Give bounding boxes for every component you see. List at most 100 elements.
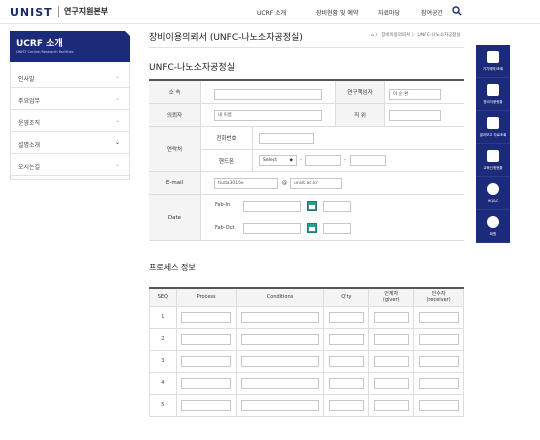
chevron-down-icon: ⌄ — [114, 139, 120, 146]
email-id-input[interactable]: tiuda3015e — [214, 178, 278, 189]
input-cell — [413, 349, 464, 373]
row-input[interactable] — [181, 311, 232, 323]
top-bar: UNIST 연구지원본부 UCRF 소개 장비현황 및 예약 자료마당 참여공간 — [0, 0, 540, 24]
seq-cell: 5 — [149, 393, 177, 417]
affiliation-input[interactable] — [214, 89, 322, 100]
chat-icon — [487, 183, 499, 195]
quick-reservation[interactable]: 기기예약/조회 — [476, 45, 510, 78]
quick-usage-status[interactable]: 장비이용현황 — [476, 78, 510, 111]
input-cell — [368, 349, 415, 373]
requester-input[interactable]: 내 이름 — [214, 110, 322, 121]
lnb-subtitle: UNIST Central Research Facilities — [16, 50, 74, 54]
seq-cell: 4 — [149, 371, 177, 395]
input-cell — [413, 393, 464, 417]
table-row: 4 — [149, 371, 464, 395]
table-row: 5 — [149, 393, 464, 417]
row-divider — [149, 240, 464, 241]
row-input[interactable] — [418, 377, 459, 389]
nav-item-resources[interactable]: 자료마당 — [378, 8, 400, 17]
input-cell — [235, 393, 325, 417]
org-name[interactable]: 연구지원본부 — [64, 6, 108, 17]
position-input[interactable] — [389, 110, 441, 121]
row-input[interactable] — [241, 355, 319, 367]
lnb-item-organization[interactable]: 운영조직 ⌄ — [10, 110, 130, 132]
input-cell — [368, 305, 415, 329]
input-cell — [235, 327, 325, 351]
row-input[interactable] — [181, 399, 232, 411]
row-input[interactable] — [418, 311, 459, 323]
row-input[interactable] — [373, 311, 409, 323]
calendar-icon[interactable] — [307, 201, 317, 211]
fab-out-time-input[interactable] — [323, 223, 351, 234]
input-cell — [413, 327, 464, 351]
dash-separator: - — [300, 157, 302, 163]
row-input[interactable] — [328, 311, 364, 323]
nav-item-ucrf[interactable]: UCRF 소개 — [257, 8, 286, 17]
lnb-item-duties[interactable]: 주요업무 ⌄ — [10, 88, 130, 110]
input-cell — [175, 393, 237, 417]
row-input[interactable] — [181, 355, 232, 367]
row-input[interactable] — [373, 399, 409, 411]
process-table: SEQ Process Conditions Q'ty 인계자 (giver) … — [149, 287, 464, 417]
row-input[interactable] — [241, 333, 319, 345]
search-icon[interactable] — [452, 6, 462, 16]
row-input[interactable] — [241, 377, 319, 389]
unist-logo[interactable]: UNIST — [10, 6, 53, 19]
fab-out-date-input[interactable] — [243, 223, 301, 234]
row-input[interactable] — [241, 399, 319, 411]
row-input[interactable] — [328, 377, 364, 389]
mobile-last-input[interactable] — [350, 155, 386, 166]
table-row: 3 — [149, 349, 464, 373]
report-icon — [487, 117, 499, 129]
fab-in-date-input[interactable] — [243, 201, 301, 212]
monitor-icon — [487, 51, 499, 63]
input-cell — [175, 305, 237, 329]
input-cell — [175, 349, 237, 373]
row-input[interactable] — [373, 333, 409, 345]
row-input[interactable] — [418, 355, 459, 367]
row-input[interactable] — [373, 377, 409, 389]
mobile-mid-input[interactable] — [305, 155, 341, 166]
row-input[interactable] — [418, 333, 459, 345]
label-fab-out: Fab-Out — [215, 225, 235, 231]
lnb-item-greeting[interactable]: 인사말 ⌄ — [10, 66, 130, 88]
row-input[interactable] — [241, 311, 319, 323]
lnb-title: UCRF 소개 — [16, 39, 63, 49]
pi-input[interactable]: 이 순 환 — [389, 89, 441, 100]
label-affiliation: 소 속 — [149, 81, 201, 103]
row-input[interactable] — [181, 333, 232, 345]
fab-in-time-input[interactable] — [323, 201, 351, 212]
phone-input[interactable] — [259, 133, 314, 144]
label-position: 직 위 — [335, 104, 385, 126]
lnb-item-label: 인사말 — [18, 76, 35, 83]
lnb-item-directions[interactable]: 오시는길 ⌄ — [10, 154, 130, 176]
lnb-item-label: 설명소개 — [18, 142, 41, 149]
row-input[interactable] — [328, 355, 364, 367]
label-date: Date — [149, 195, 201, 240]
label-mobile: 핸드폰 — [201, 150, 253, 171]
input-cell — [175, 327, 237, 351]
row-input[interactable] — [328, 399, 364, 411]
nav-item-community[interactable]: 참여공간 — [421, 8, 443, 17]
breadcrumb[interactable]: ⌂ 〉 장비이용의뢰서 〉 UNFC-나노소자공정실 — [371, 32, 461, 38]
chevron-down-icon: ⌄ — [114, 161, 120, 168]
input-cell — [323, 305, 370, 329]
row-input[interactable] — [373, 355, 409, 367]
quick-hqc[interactable]: HQ&C — [476, 177, 510, 210]
col-qty: Q'ty — [323, 287, 370, 307]
page-title: 장비이용의뢰서 (UNFC-나노소자공정실) — [149, 33, 303, 43]
calendar-icon[interactable] — [307, 223, 317, 233]
row-input[interactable] — [418, 399, 459, 411]
row-input[interactable] — [328, 333, 364, 345]
input-cell — [235, 305, 325, 329]
nav-item-equipment[interactable]: 장비현황 및 예약 — [316, 8, 358, 17]
mobile-prefix-select[interactable]: Select ◆ — [259, 155, 297, 166]
quick-members[interactable]: 회원 — [476, 210, 510, 243]
email-domain-input[interactable]: unist.ac.kr — [290, 178, 342, 189]
quick-education[interactable]: 교육신청현황 — [476, 144, 510, 177]
row-input[interactable] — [181, 377, 232, 389]
calendar-icon — [487, 150, 499, 162]
lnb-item-intro[interactable]: 설명소개 ⌄ — [10, 132, 130, 154]
quick-results[interactable]: 결과보고 자료조회 — [476, 111, 510, 144]
chevron-down-icon: ◆ — [289, 158, 293, 163]
